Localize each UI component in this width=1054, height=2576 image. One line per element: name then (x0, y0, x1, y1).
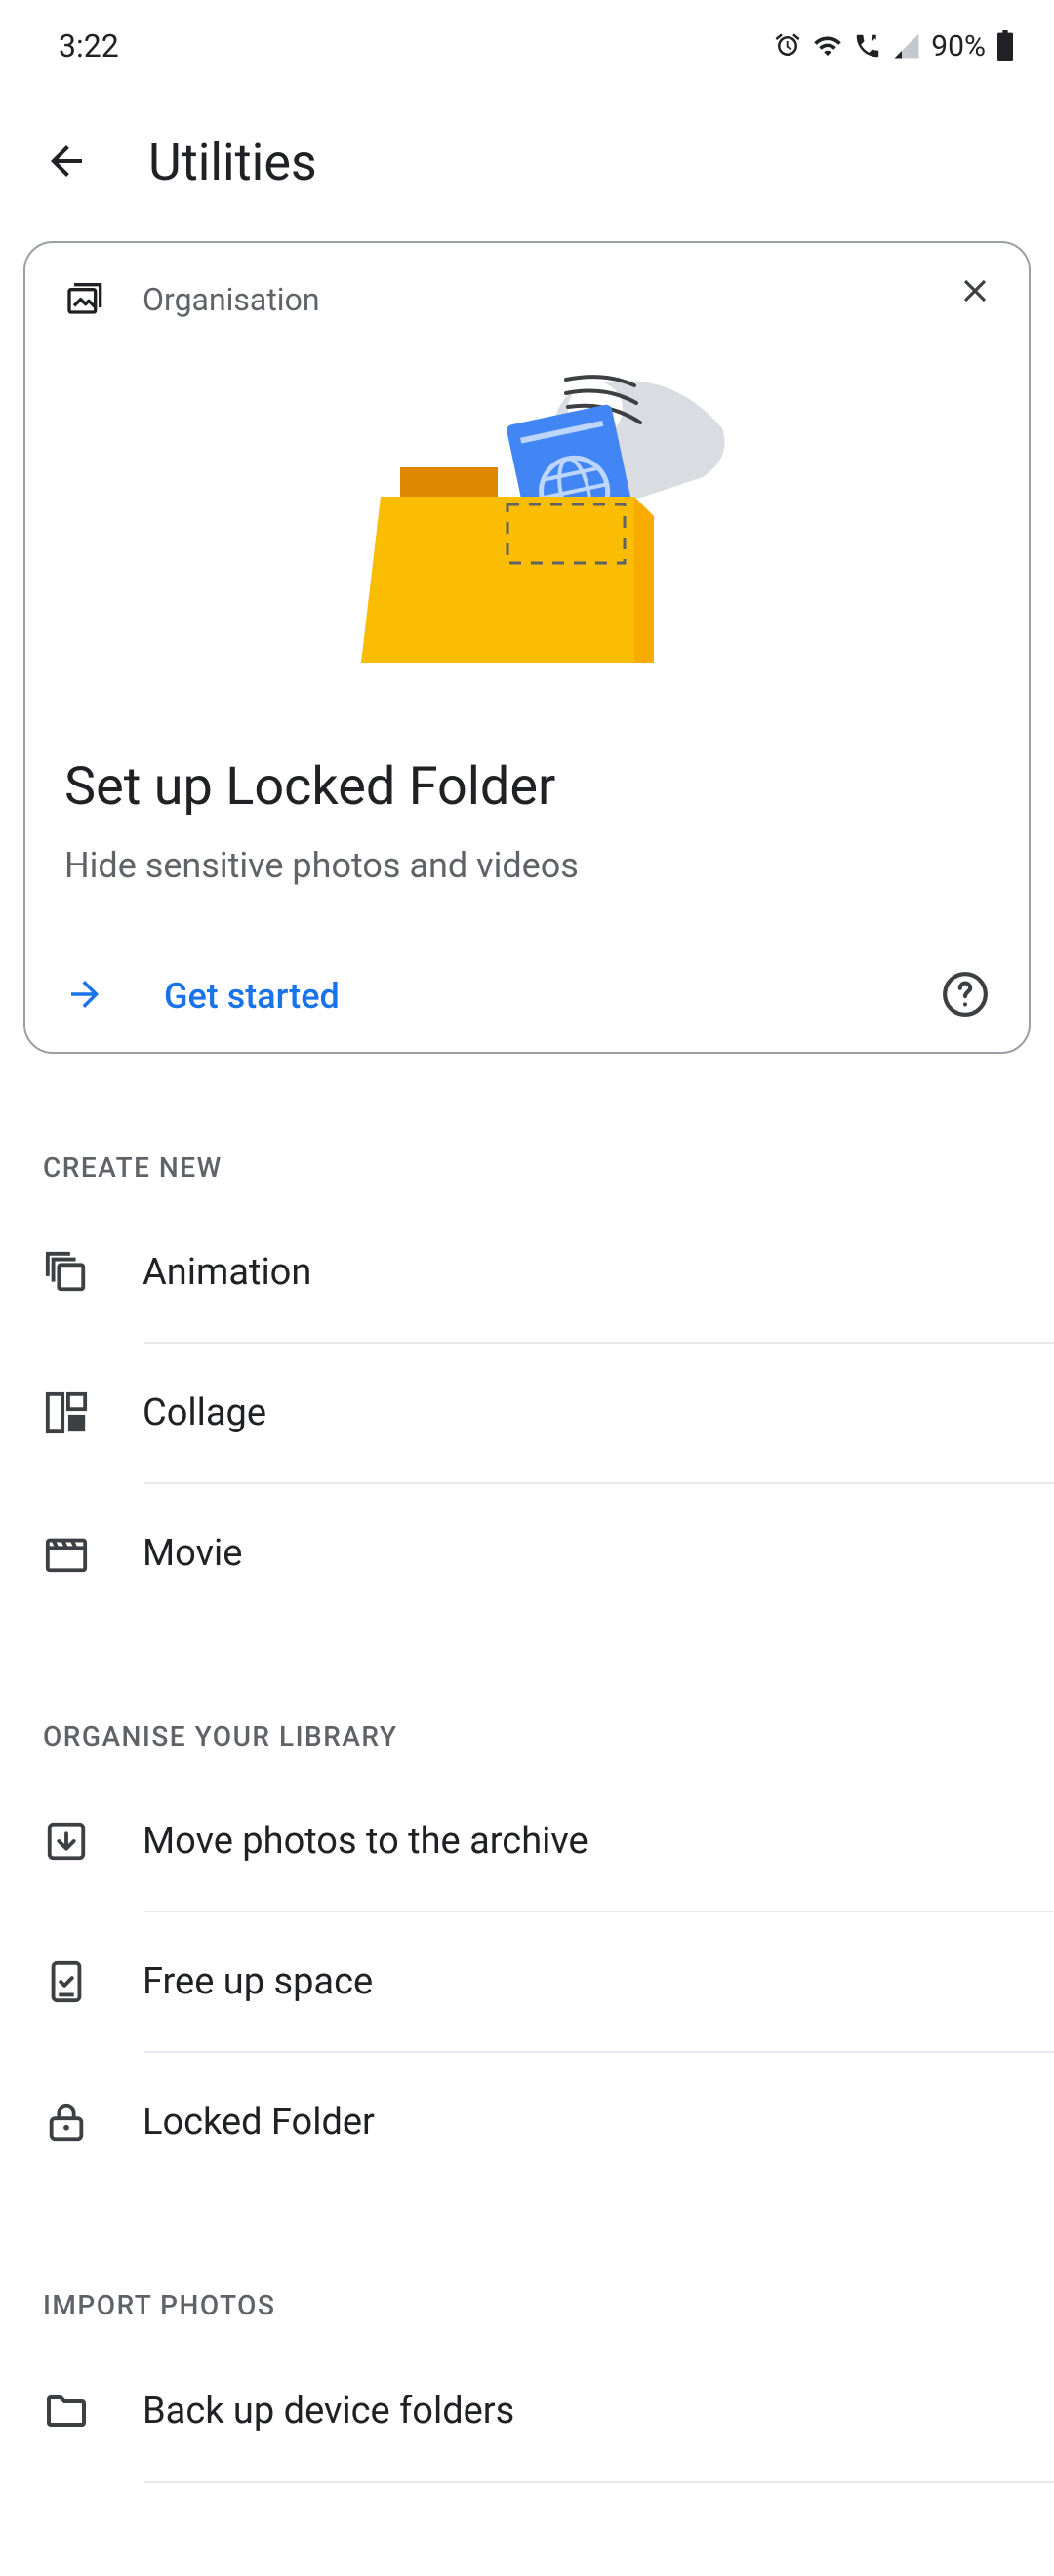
cta-label: Get started (164, 976, 340, 1017)
list-item-label: Movie (142, 1532, 242, 1575)
section-header-organise: ORGANISE YOUR LIBRARY (0, 1623, 1054, 1772)
archive-icon (43, 1819, 90, 1864)
wifi-icon (812, 31, 843, 60)
list-item-label: Move photos to the archive (142, 1820, 588, 1863)
app-header: Utilities (0, 74, 1054, 241)
alarm-icon (773, 31, 802, 60)
animation-icon (43, 1250, 90, 1295)
create-collage-item[interactable]: Collage (0, 1344, 1054, 1482)
back-button[interactable] (43, 138, 90, 188)
list-item-label: Locked Folder (142, 2101, 375, 2144)
list-item-label: Animation (142, 1251, 311, 1294)
battery-percent: 90% (931, 29, 986, 63)
locked-folder-item[interactable]: Locked Folder (0, 2053, 1054, 2192)
free-up-space-icon (43, 1959, 90, 2004)
folder-icon (43, 2388, 90, 2435)
dismiss-promo-button[interactable] (956, 272, 993, 313)
help-button[interactable] (941, 970, 990, 1023)
create-animation-item[interactable]: Animation (0, 1203, 1054, 1342)
backup-device-folders-item[interactable]: Back up device folders (0, 2341, 1054, 2481)
promo-illustration (64, 321, 990, 737)
get-started-button[interactable]: Get started (64, 974, 340, 1019)
promo-title: Set up Locked Folder (64, 756, 990, 818)
create-movie-item[interactable]: Movie (0, 1484, 1054, 1623)
status-icons: 90% (773, 29, 1015, 63)
list-item-label: Collage (142, 1391, 266, 1434)
arrow-right-icon (64, 974, 105, 1019)
locked-folder-promo-card: Organisation (23, 241, 1031, 1054)
movie-icon (43, 1531, 90, 1576)
status-time: 3:22 (59, 27, 119, 64)
promo-category-label: Organisation (142, 281, 319, 318)
section-header-import: IMPORT PHOTOS (0, 2192, 1054, 2341)
status-bar: 3:22 90% (0, 0, 1054, 74)
list-item-label: Back up device folders (142, 2390, 514, 2433)
battery-icon (995, 30, 1015, 61)
free-up-space-item[interactable]: Free up space (0, 1912, 1054, 2051)
photos-category-icon (64, 278, 103, 321)
lock-icon (43, 2100, 90, 2145)
archive-item[interactable]: Move photos to the archive (0, 1772, 1054, 1911)
call-wifi-icon (853, 31, 882, 60)
promo-subtitle: Hide sensitive photos and videos (64, 845, 990, 886)
collage-icon (43, 1390, 90, 1435)
page-title: Utilities (148, 133, 317, 192)
list-item-label: Free up space (142, 1960, 373, 2003)
divider (144, 2481, 1054, 2483)
signal-icon (892, 31, 921, 60)
section-header-create-new: CREATE NEW (0, 1054, 1054, 1203)
